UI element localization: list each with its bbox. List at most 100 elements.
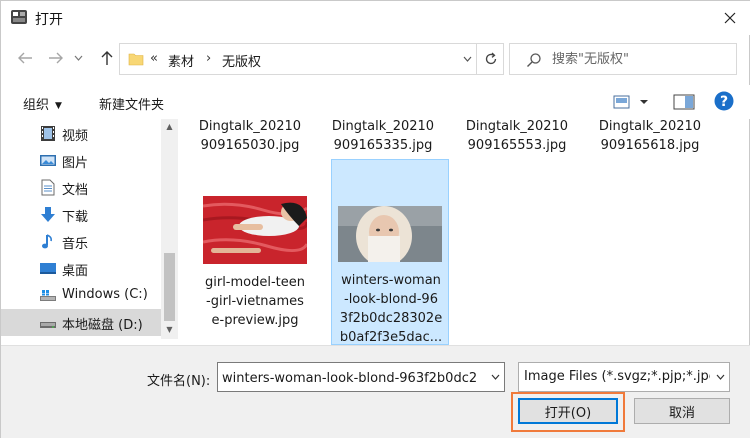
navigation-pane: 视频 图片 文档 下载 音乐 桌面 Windows (C:) 本地磁盘 (D:)… [1, 119, 179, 339]
breadcrumb-separator: › [206, 51, 212, 66]
scroll-down-icon[interactable]: ▼ [164, 325, 175, 335]
address-bar[interactable]: « 素材 › 无版权 [119, 43, 504, 75]
recent-locations-dropdown[interactable] [71, 46, 85, 70]
file-name-line: -girl-vietnames [206, 294, 304, 309]
organize-menu-button[interactable]: 组织 ▼ [23, 94, 62, 113]
cancel-button[interactable]: 取消 [634, 398, 730, 424]
view-options-icon[interactable] [613, 93, 653, 111]
file-name-line: 909165553.jpg [467, 138, 567, 153]
file-name-line: 909165335.jpg [333, 138, 433, 153]
window-title: 打开 [35, 12, 63, 28]
search-box[interactable] [509, 43, 737, 75]
open-button[interactable]: 打开(O) [518, 398, 618, 424]
file-item[interactable]: Dingtalk_20210 909165618.jpg [590, 119, 710, 155]
image-thumbnail [338, 206, 442, 262]
search-icon [527, 53, 541, 67]
file-name-line: 909165618.jpg [600, 138, 700, 153]
file-name-line: 3f2b0dc28302e [339, 311, 443, 326]
close-button[interactable] [713, 3, 747, 33]
back-arrow-icon [18, 52, 32, 64]
sidebar-item-label: 视频 [62, 129, 89, 144]
drive-icon [40, 290, 56, 301]
file-name-line: girl-model-teen [204, 275, 305, 290]
folder-icon [128, 53, 144, 66]
sidebar-item-pictures[interactable]: 图片 [1, 147, 161, 174]
sidebar-scrollbar-thumb[interactable] [164, 253, 175, 321]
refresh-icon [485, 52, 496, 65]
help-icon[interactable]: ? [714, 91, 734, 111]
open-file-dialog: 打开 « 素材 › 无版权 搜索"无版权" 组织 ▼ 新建文件夹 ? 视频 图片… [0, 0, 750, 438]
caret-down-icon: ▼ [55, 100, 62, 111]
sidebar-item-videos[interactable]: 视频 [1, 120, 161, 147]
address-overflow[interactable]: « [150, 51, 158, 66]
refresh-button[interactable] [476, 44, 504, 74]
sidebar-item-desktop[interactable]: 桌面 [1, 255, 161, 282]
forward-button[interactable] [45, 46, 67, 70]
chevron-down-icon [491, 374, 499, 380]
file-name-line: winters-woman [341, 273, 441, 288]
bottom-panel: 文件名(N): Image Files (*.svgz;*.pjp;*.jpe … [1, 345, 750, 438]
sidebar-item-label: 文档 [62, 183, 89, 198]
sidebar-item-label: 音乐 [62, 237, 89, 252]
sidebar-item-drive-c[interactable]: Windows (C:) [1, 282, 161, 309]
file-list: Dingtalk_20210 909165030.jpg Dingtalk_20… [191, 119, 736, 345]
breadcrumb-item[interactable]: 无版权 [222, 51, 261, 70]
forward-arrow-icon [49, 52, 63, 64]
sidebar-item-label: 图片 [62, 156, 89, 171]
organize-label: 组织 [23, 98, 50, 113]
music-folder-icon [42, 234, 52, 249]
preview-pane-icon[interactable] [673, 93, 695, 111]
file-type-select[interactable]: Image Files (*.svgz;*.pjp;*.jpe [518, 362, 730, 392]
filename-combobox[interactable] [217, 362, 505, 392]
chevron-down-icon [463, 56, 471, 62]
sidebar-item-label: 本地磁盘 (D:) [62, 318, 143, 333]
file-name: girl-model-teen -girl-vietnames e-previe… [195, 273, 315, 330]
breadcrumb-item[interactable]: 素材 [168, 51, 194, 70]
file-item[interactable]: girl-model-teen -girl-vietnames e-previe… [196, 159, 314, 329]
app-icon [11, 10, 27, 24]
chevron-down-icon [74, 55, 82, 61]
filename-input[interactable] [222, 368, 482, 388]
file-name-line: 909165030.jpg [200, 138, 300, 153]
back-button[interactable] [14, 46, 36, 70]
video-folder-icon [41, 126, 55, 141]
file-type-value: Image Files (*.svgz;*.pjp;*.jpe [524, 369, 710, 384]
sidebar-item-label: 下载 [62, 210, 89, 225]
file-item[interactable]: Dingtalk_20210 909165335.jpg [323, 119, 443, 155]
file-type-dropdown-button[interactable] [711, 363, 729, 391]
file-name-line: -look-blond-96 [344, 292, 438, 307]
close-icon [724, 12, 736, 24]
sidebar-item-drive-d[interactable]: 本地磁盘 (D:) [1, 309, 161, 336]
documents-folder-icon [41, 179, 55, 196]
file-name-line: Dingtalk_20210 [598, 119, 702, 134]
file-item[interactable]: Dingtalk_20210 909165030.jpg [191, 119, 310, 155]
file-name-line: Dingtalk_20210 [465, 119, 569, 134]
image-thumbnail [203, 196, 307, 264]
toolbar: 组织 ▼ 新建文件夹 ? [1, 85, 750, 119]
sidebar-item-music[interactable]: 音乐 [1, 228, 161, 255]
file-item-selected[interactable]: winters-woman -look-blond-96 3f2b0dc2830… [331, 159, 449, 345]
scroll-up-icon[interactable]: ▲ [164, 122, 175, 132]
file-name-line: e-preview.jpg [211, 313, 299, 328]
desktop-folder-icon [40, 263, 56, 274]
downloads-folder-icon [41, 207, 55, 222]
title-bar: 打开 [1, 1, 750, 35]
file-item[interactable]: Dingtalk_20210 909165553.jpg [457, 119, 577, 155]
svg-text:?: ? [720, 94, 728, 110]
new-folder-button[interactable]: 新建文件夹 [99, 94, 164, 113]
sidebar-item-downloads[interactable]: 下载 [1, 201, 161, 228]
sidebar-item-label: Windows (C:) [62, 287, 148, 302]
filename-dropdown-button[interactable] [486, 363, 504, 391]
up-button[interactable] [96, 46, 118, 70]
file-name-line: Dingtalk_20210 [331, 119, 435, 134]
up-arrow-icon [101, 51, 113, 65]
pictures-folder-icon [40, 155, 56, 166]
file-name-line: b0af2f3e5dac... [339, 330, 443, 345]
address-dropdown-button[interactable] [457, 44, 477, 74]
chevron-down-icon [716, 374, 724, 380]
sidebar-item-label: 桌面 [62, 264, 89, 279]
file-name: winters-woman -look-blond-96 3f2b0dc2830… [331, 271, 451, 345]
sidebar-item-documents[interactable]: 文档 [1, 174, 161, 201]
search-input[interactable] [552, 49, 732, 69]
file-name-line: Dingtalk_20210 [198, 119, 302, 134]
